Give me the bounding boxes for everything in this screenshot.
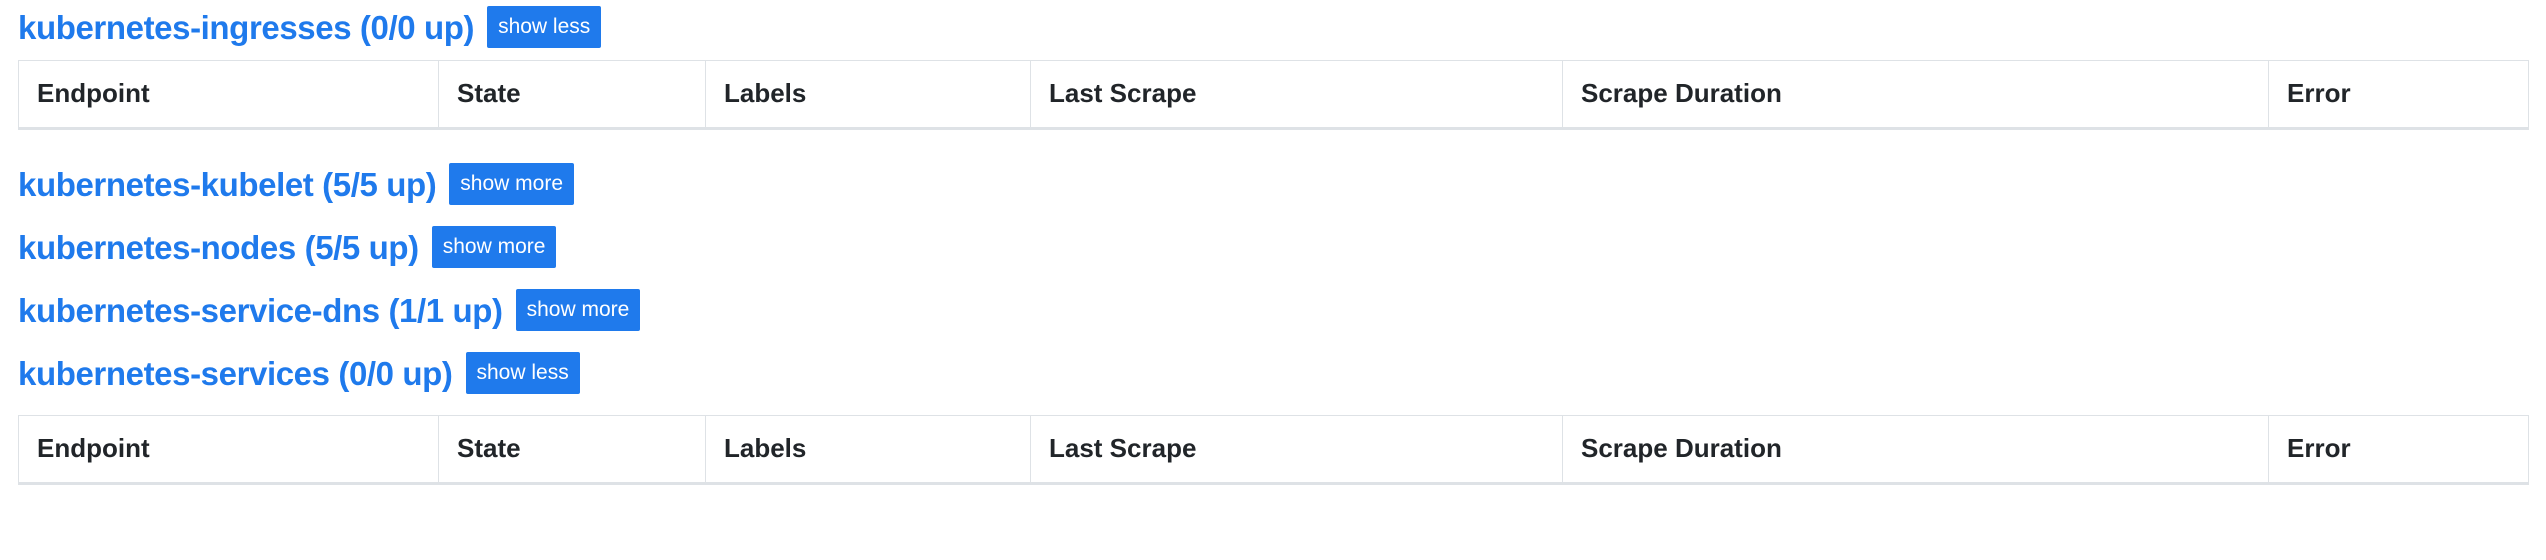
toggle-badge-kubernetes-services[interactable]: show less [466,352,580,394]
pool-heading: kubernetes-nodes (5/5 up) show more [0,226,2546,268]
column-header-labels: Labels [706,416,1031,484]
scrape-pool-kubernetes-ingresses: kubernetes-ingresses (0/0 up) show less … [0,0,2546,130]
column-header-labels: Labels [706,61,1031,129]
pool-title-link-kubernetes-nodes[interactable]: kubernetes-nodes (5/5 up) [18,231,419,264]
targets-page: kubernetes-ingresses (0/0 up) show less … [0,0,2546,560]
pool-heading: kubernetes-service-dns (1/1 up) show mor… [0,289,2546,331]
collapsed-pool-list: kubernetes-kubelet (5/5 up) show more ku… [0,163,2546,394]
column-header-state: State [439,61,706,129]
column-header-endpoint: Endpoint [19,416,439,484]
toggle-badge-kubernetes-service-dns[interactable]: show more [516,289,641,331]
scrape-pool-kubernetes-nodes: kubernetes-nodes (5/5 up) show more [0,226,2546,268]
toggle-badge-kubernetes-ingresses[interactable]: show less [487,6,601,48]
column-header-state: State [439,416,706,484]
toggle-badge-kubernetes-kubelet[interactable]: show more [449,163,574,205]
scrape-pool-kubernetes-kubelet: kubernetes-kubelet (5/5 up) show more [0,163,2546,205]
table-header-row: Endpoint State Labels Last Scrape Scrape… [19,416,2529,484]
pool-title-link-kubernetes-ingresses[interactable]: kubernetes-ingresses (0/0 up) [18,11,474,44]
scrape-pool-kubernetes-service-dns: kubernetes-service-dns (1/1 up) show mor… [0,289,2546,331]
pool-heading: kubernetes-kubelet (5/5 up) show more [0,163,2546,205]
scrape-pool-kubernetes-services: kubernetes-services (0/0 up) show less [0,352,2546,394]
table-header-row: Endpoint State Labels Last Scrape Scrape… [19,61,2529,129]
column-header-scrape-duration: Scrape Duration [1563,416,2269,484]
column-header-last-scrape: Last Scrape [1031,61,1563,129]
pool-title-link-kubernetes-kubelet[interactable]: kubernetes-kubelet (5/5 up) [18,168,436,201]
pool-title-link-kubernetes-services[interactable]: kubernetes-services (0/0 up) [18,357,453,390]
pool-heading: kubernetes-ingresses (0/0 up) show less [0,0,2546,48]
pool-heading: kubernetes-services (0/0 up) show less [0,352,2546,394]
column-header-error: Error [2269,416,2529,484]
scrape-pool-kubernetes-services-table: Endpoint State Labels Last Scrape Scrape… [0,415,2546,485]
column-header-error: Error [2269,61,2529,129]
toggle-badge-kubernetes-nodes[interactable]: show more [432,226,557,268]
targets-table-kubernetes-services: Endpoint State Labels Last Scrape Scrape… [18,415,2529,485]
table-header: Endpoint State Labels Last Scrape Scrape… [19,416,2529,484]
column-header-scrape-duration: Scrape Duration [1563,61,2269,129]
column-header-endpoint: Endpoint [19,61,439,129]
pool-title-link-kubernetes-service-dns[interactable]: kubernetes-service-dns (1/1 up) [18,294,503,327]
table-header: Endpoint State Labels Last Scrape Scrape… [19,61,2529,129]
targets-table-kubernetes-ingresses: Endpoint State Labels Last Scrape Scrape… [18,60,2529,130]
column-header-last-scrape: Last Scrape [1031,416,1563,484]
